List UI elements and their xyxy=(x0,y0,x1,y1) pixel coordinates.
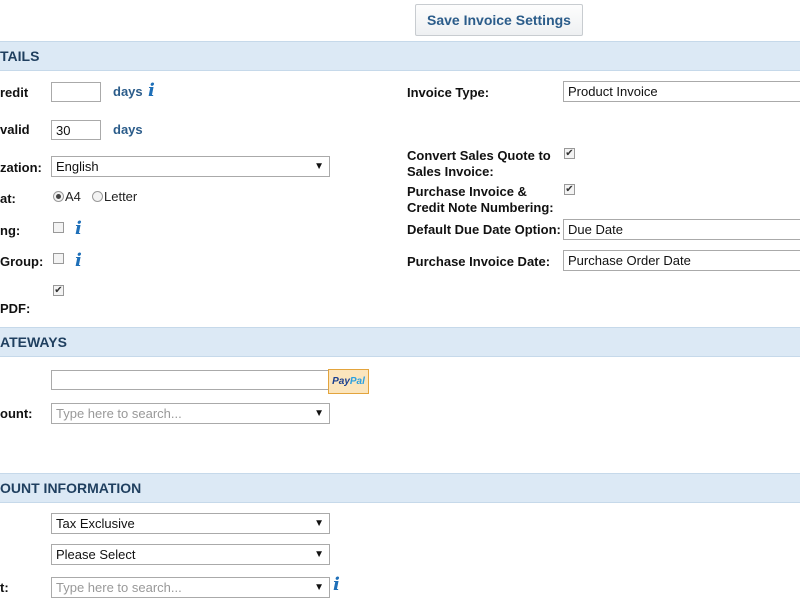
format-letter-radio[interactable] xyxy=(92,191,103,202)
paypal-email-input[interactable] xyxy=(51,370,329,390)
localization-select-value: English xyxy=(56,159,99,174)
tax-select[interactable]: Tax Exclusive ▼ xyxy=(51,513,330,534)
gateway-account-select[interactable]: Type here to search... ▼ xyxy=(51,403,330,424)
due-date-select[interactable]: Due Date xyxy=(563,219,800,240)
gateway-account-placeholder: Type here to search... xyxy=(56,406,182,421)
purchase-date-label: Purchase Invoice Date: xyxy=(407,254,551,269)
valid-days-input[interactable] xyxy=(51,120,101,140)
invoice-type-value: Product Invoice xyxy=(568,84,658,99)
gateway-account-label: ount: xyxy=(0,406,33,421)
convert-quote-checkbox[interactable]: ✔ xyxy=(564,148,575,159)
chevron-down-icon: ▼ xyxy=(314,549,324,560)
group-label: Group: xyxy=(0,254,44,269)
account-search-select[interactable]: Type here to search... ▼ xyxy=(51,577,330,598)
credit-days-input[interactable] xyxy=(51,82,101,102)
account-t-label: t: xyxy=(0,580,9,595)
purchase-numbering-checkbox[interactable]: ✔ xyxy=(564,184,575,195)
group-checkbox[interactable] xyxy=(53,253,64,264)
purchase-date-select[interactable]: Purchase Order Date xyxy=(563,250,800,271)
pdf-label: PDF: xyxy=(0,301,31,316)
paypal-logo-button[interactable]: PayPal xyxy=(328,369,369,394)
chevron-down-icon: ▼ xyxy=(314,161,324,172)
format-a4-label: A4 xyxy=(65,189,81,204)
format-label: at: xyxy=(0,191,16,206)
localization-select[interactable]: English ▼ xyxy=(51,156,330,177)
valid-days-unit: days xyxy=(113,122,143,137)
ng-info-icon[interactable]: i xyxy=(75,218,82,239)
due-date-label: Default Due Date Option: xyxy=(407,222,561,237)
chevron-down-icon: ▼ xyxy=(314,518,324,529)
section-header-gateways: ATEWAYS xyxy=(0,327,800,357)
purchase-numbering-label: Purchase Invoice & Credit Note Numbering… xyxy=(407,184,554,215)
valid-label: valid xyxy=(0,122,30,137)
account-search-placeholder: Type here to search... xyxy=(56,580,182,595)
format-a4-radio[interactable] xyxy=(53,191,64,202)
please-select-value: Please Select xyxy=(56,547,136,562)
account-info-icon[interactable]: i xyxy=(333,574,340,595)
convert-quote-label: Convert Sales Quote to Sales Invoice: xyxy=(407,148,551,179)
due-date-value: Due Date xyxy=(568,222,623,237)
chevron-down-icon: ▼ xyxy=(314,408,324,419)
group-info-icon[interactable]: i xyxy=(75,250,82,271)
localization-label: zation: xyxy=(0,160,42,175)
pdf-checkbox[interactable]: ✔ xyxy=(53,285,64,296)
section-title-account: OUNT INFORMATION xyxy=(0,480,142,496)
section-header-account: OUNT INFORMATION xyxy=(0,473,800,503)
ng-checkbox[interactable] xyxy=(53,222,64,233)
please-select-dropdown[interactable]: Please Select ▼ xyxy=(51,544,330,565)
credit-label: redit xyxy=(0,85,29,100)
format-letter-label: Letter xyxy=(104,189,138,204)
ng-label: ng: xyxy=(0,223,21,238)
invoice-type-label: Invoice Type: xyxy=(407,85,490,100)
tax-select-value: Tax Exclusive xyxy=(56,516,135,531)
purchase-date-value: Purchase Order Date xyxy=(568,253,691,268)
section-title-details: TAILS xyxy=(0,48,40,64)
invoice-type-select[interactable]: Product Invoice xyxy=(563,81,800,102)
chevron-down-icon: ▼ xyxy=(314,582,324,593)
credit-info-icon[interactable]: i xyxy=(148,80,155,101)
section-header-details: TAILS xyxy=(0,41,800,71)
section-title-gateways: ATEWAYS xyxy=(0,334,67,350)
credit-days-unit: days xyxy=(113,84,143,99)
save-invoice-settings-button[interactable]: Save Invoice Settings xyxy=(415,4,583,36)
